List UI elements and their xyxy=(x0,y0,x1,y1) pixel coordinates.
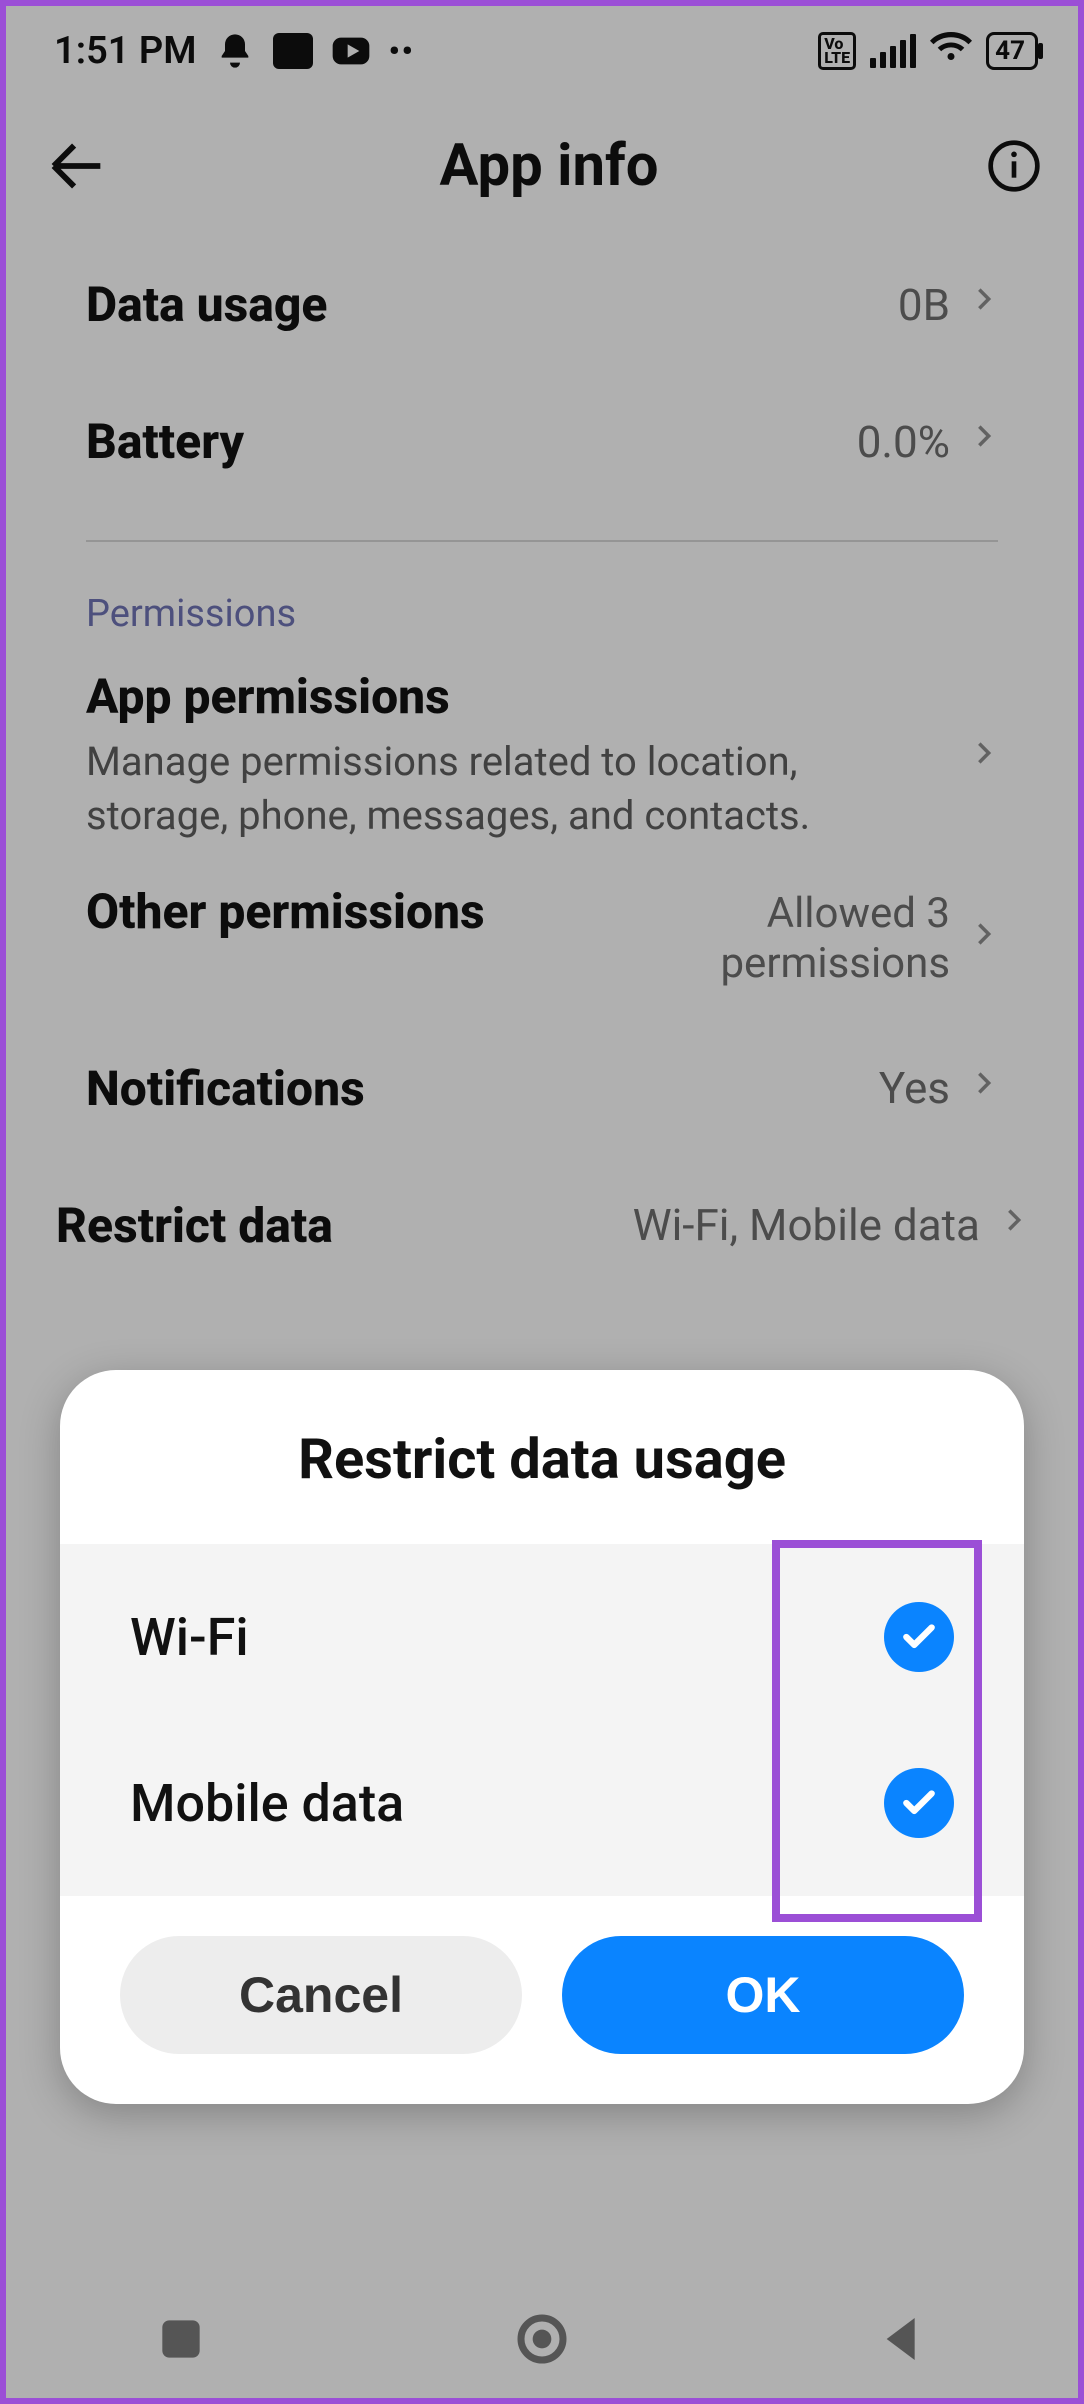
row-label: Battery xyxy=(86,413,244,470)
section-header-permissions: Permissions xyxy=(36,592,1048,658)
battery-level: 47 xyxy=(995,36,1025,66)
option-label: Mobile data xyxy=(130,1773,404,1834)
option-wifi[interactable]: Wi-Fi xyxy=(60,1554,1024,1720)
row-value: permissions xyxy=(720,939,950,989)
dialog-title: Restrict data usage xyxy=(60,1370,1024,1544)
row-value: Wi-Fi, Mobile data xyxy=(633,1199,980,1251)
row-value: Yes xyxy=(879,1062,950,1114)
app-bar: App info xyxy=(6,96,1078,236)
status-time: 1:51 PM xyxy=(54,29,197,73)
row-label: Notifications xyxy=(86,1060,365,1117)
signal-icon xyxy=(870,34,916,68)
back-icon[interactable] xyxy=(42,131,112,201)
cancel-button[interactable]: Cancel xyxy=(120,1936,522,2054)
more-notif-icon: •• xyxy=(389,34,415,69)
row-app-permissions[interactable]: App permissions Manage permissions relat… xyxy=(36,658,1048,873)
restrict-data-dialog: Restrict data usage Wi-Fi Mobile data Ca… xyxy=(60,1370,1024,2104)
app-notif-icon xyxy=(273,33,313,69)
row-notifications[interactable]: Notifications Yes xyxy=(36,1020,1048,1157)
status-bar: 1:51 PM •• VoLTE 47 xyxy=(6,6,1078,96)
row-description: Manage permissions related to location, … xyxy=(86,735,906,843)
row-label: Restrict data xyxy=(56,1197,333,1254)
row-label: App permissions xyxy=(86,668,970,725)
nav-home-icon[interactable] xyxy=(514,2311,570,2367)
row-restrict-data[interactable]: Restrict data Wi-Fi, Mobile data xyxy=(6,1157,1078,1264)
option-label: Wi-Fi xyxy=(130,1607,249,1668)
battery-icon: 47 xyxy=(986,32,1038,70)
nav-bar xyxy=(0,2274,1084,2404)
row-value: 0B xyxy=(898,279,950,331)
row-label: Other permissions xyxy=(86,883,720,940)
option-mobile-data[interactable]: Mobile data xyxy=(60,1720,1024,1886)
row-battery[interactable]: Battery 0.0% xyxy=(36,373,1048,510)
nav-back-icon[interactable] xyxy=(875,2311,931,2367)
volte-icon: VoLTE xyxy=(818,32,856,70)
youtube-icon xyxy=(331,31,371,71)
row-value: 0.0% xyxy=(857,416,950,468)
chevron-right-icon xyxy=(970,413,998,470)
chevron-right-icon xyxy=(970,276,998,333)
chevron-right-icon xyxy=(970,911,998,968)
checkmark-icon[interactable] xyxy=(884,1602,954,1672)
info-icon[interactable] xyxy=(986,138,1042,194)
row-data-usage[interactable]: Data usage 0B xyxy=(36,236,1048,373)
divider xyxy=(86,540,998,542)
row-label: Data usage xyxy=(86,276,327,333)
checkmark-icon[interactable] xyxy=(884,1768,954,1838)
page-title: App info xyxy=(112,132,986,200)
chevron-right-icon xyxy=(970,1060,998,1117)
nav-recent-icon[interactable] xyxy=(153,2311,209,2367)
chevron-right-icon xyxy=(970,730,998,787)
wifi-icon xyxy=(930,25,972,77)
bell-icon xyxy=(215,31,255,71)
ok-button[interactable]: OK xyxy=(562,1936,964,2054)
row-other-permissions[interactable]: Other permissions Allowed 3 permissions xyxy=(36,873,1048,1020)
chevron-right-icon xyxy=(1000,1197,1028,1254)
row-value: Allowed 3 xyxy=(767,889,950,939)
